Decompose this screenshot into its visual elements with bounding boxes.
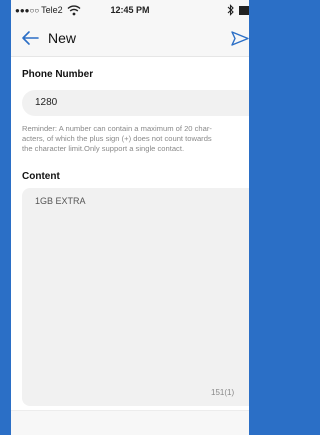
content-label: Content bbox=[22, 171, 60, 182]
battery-icon bbox=[239, 5, 249, 15]
status-bar: ●●●○○ Tele2 12:45 PM bbox=[11, 0, 249, 20]
reminder-line: Reminder: A number can contain a maximum… bbox=[22, 124, 212, 133]
phone-number-value: 1280 bbox=[35, 97, 58, 108]
status-time: 12:45 PM bbox=[110, 5, 150, 15]
content-value: 1GB EXTRA bbox=[35, 196, 86, 206]
nav-bar: New bbox=[11, 20, 249, 57]
character-counter: 151(1) bbox=[211, 388, 235, 397]
content-textarea[interactable]: 1GB EXTRA 151(1) bbox=[22, 188, 249, 406]
phone-screen: ●●●○○ Tele2 12:45 PM New Phone Number 12… bbox=[11, 0, 249, 435]
back-arrow-icon[interactable] bbox=[21, 30, 39, 46]
reminder-line: acters, of which the plus sign (+) does … bbox=[22, 134, 212, 143]
phone-number-label: Phone Number bbox=[22, 69, 94, 80]
send-icon[interactable] bbox=[231, 31, 249, 46]
status-right bbox=[227, 4, 249, 16]
page-title: New bbox=[48, 30, 77, 46]
bluetooth-icon bbox=[227, 4, 234, 16]
phone-number-field[interactable]: 1280 bbox=[22, 90, 249, 116]
bottom-bar bbox=[11, 410, 249, 435]
reminder-line: the character limit.Only support a singl… bbox=[22, 144, 185, 153]
reminder-text: Reminder: A number can contain a maximum… bbox=[22, 124, 249, 154]
